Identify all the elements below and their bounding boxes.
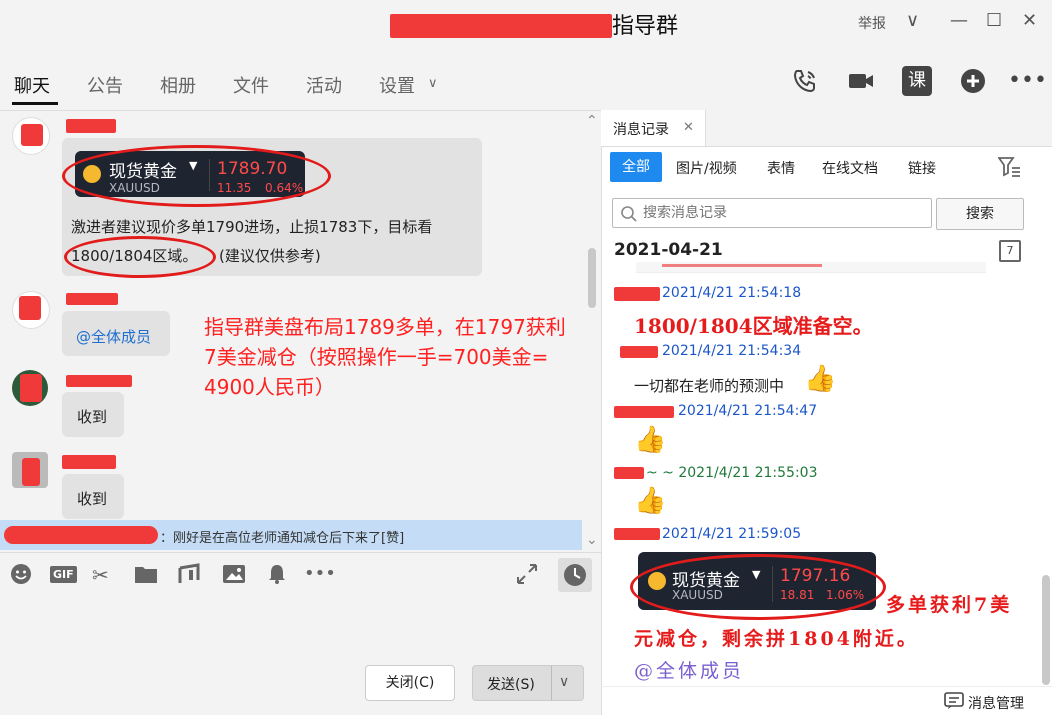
redacted-title xyxy=(390,14,612,38)
tab-settings[interactable]: 设置 xyxy=(379,72,415,98)
close-icon[interactable]: ✕ xyxy=(1022,10,1037,31)
avatar[interactable] xyxy=(12,452,48,488)
search-icon xyxy=(620,205,638,227)
history-button[interactable] xyxy=(558,558,592,592)
message-time: 2021/4/21 21:54:34 xyxy=(662,343,802,359)
filter-emoji[interactable]: 表情 xyxy=(767,158,795,178)
more-icon[interactable]: ••• xyxy=(1008,66,1047,96)
divider xyxy=(601,686,1052,687)
message-time: 2021/4/21 21:59:05 xyxy=(662,526,802,542)
message-text: 激进者建议现价多单1790进场，止损1783下，目标看 xyxy=(71,218,433,236)
message-text: 收到 xyxy=(77,408,108,426)
avatar[interactable] xyxy=(12,370,48,406)
history-tab-label: 消息记录 xyxy=(613,122,669,138)
minimize-icon[interactable]: — xyxy=(950,10,968,31)
history-date: 2021-04-21 xyxy=(614,240,723,260)
chevron-down-icon[interactable]: ∨ xyxy=(906,10,919,31)
filter-media[interactable]: 图片/视频 xyxy=(676,158,737,178)
emoji-icon[interactable] xyxy=(10,563,32,590)
close-button[interactable]: 关闭(C) xyxy=(365,665,455,701)
annotation-line: 7美金减仓（按照操作一手=700美金= xyxy=(204,345,549,369)
settings-chevron-icon[interactable]: ∨ xyxy=(428,76,438,91)
clock-icon xyxy=(564,564,586,586)
close-tab-icon[interactable]: ✕ xyxy=(683,120,694,135)
history-tab-bar: 消息记录 ✕ xyxy=(601,110,1052,147)
maximize-icon[interactable]: ☐ xyxy=(986,10,1002,31)
divider xyxy=(551,666,552,700)
handwritten-note: 元减仓，剩余拼1804附近。 xyxy=(634,628,919,650)
message-text: 收到 xyxy=(77,490,108,508)
message-time: 2021/4/21 21:54:47 xyxy=(678,403,818,419)
filter-docs[interactable]: 在线文档 xyxy=(822,158,878,178)
send-button[interactable]: 发送(S) ∨ xyxy=(472,665,584,701)
redacted-sender xyxy=(66,375,132,387)
redacted-sender xyxy=(66,293,118,305)
send-label: 发送(S) xyxy=(487,677,535,693)
tab-files[interactable]: 文件 xyxy=(233,72,269,98)
filter-all[interactable]: 全部 xyxy=(610,152,662,182)
thumbs-up-icon: 👍 xyxy=(804,364,837,394)
annotation-line: 指导群美盘布局1789多单，在1797获利 xyxy=(204,315,566,339)
red-circle-annotation xyxy=(630,554,886,620)
search-button[interactable]: 搜索 xyxy=(936,198,1024,230)
handwritten-mention: @全体成员 xyxy=(634,660,745,682)
tab-album[interactable]: 相册 xyxy=(160,72,196,98)
handwritten-note: 多单获利7美 xyxy=(886,594,1013,616)
tab-chat[interactable]: 聊天 xyxy=(14,72,50,98)
tab-activity[interactable]: 活动 xyxy=(306,72,342,98)
redacted-sender xyxy=(614,287,660,301)
bell-icon[interactable] xyxy=(266,563,288,590)
history-search-input[interactable] xyxy=(612,198,932,228)
message-text: (建议仅供参考) xyxy=(219,247,321,265)
report-link[interactable]: 举报 xyxy=(858,13,886,33)
avatar[interactable] xyxy=(12,117,50,155)
red-circle-annotation xyxy=(64,236,216,278)
redacted-sender xyxy=(614,528,660,540)
collapse-icon[interactable]: ⌃ xyxy=(586,113,598,129)
tab-announcement[interactable]: 公告 xyxy=(87,72,123,98)
video-call-icon[interactable] xyxy=(846,66,876,96)
redacted-sender xyxy=(66,119,116,133)
folder-icon[interactable] xyxy=(134,563,158,590)
redacted-sender xyxy=(614,467,644,479)
course-icon[interactable]: 课 xyxy=(902,66,932,96)
filter-links[interactable]: 链接 xyxy=(908,158,936,178)
red-circle-annotation xyxy=(62,145,331,207)
thumbs-up-icon: 👍 xyxy=(634,425,667,455)
phone-icon[interactable] xyxy=(790,66,820,96)
history-scrollbar[interactable] xyxy=(1042,575,1050,685)
calendar-icon[interactable]: 7 xyxy=(999,240,1021,262)
manage-icon[interactable] xyxy=(944,692,964,714)
expand-icon[interactable]: ⌄ xyxy=(586,532,598,548)
mention-all[interactable]: @全体成员 xyxy=(76,326,151,347)
image-icon[interactable] xyxy=(222,563,246,590)
music-icon[interactable] xyxy=(178,563,200,590)
more-tools-icon[interactable]: ••• xyxy=(304,563,336,584)
redacted-sender xyxy=(620,346,658,358)
filter-icon[interactable] xyxy=(997,156,1022,182)
fullscreen-icon[interactable] xyxy=(516,563,538,590)
message-time: ~ ~ 2021/4/21 21:55:03 xyxy=(646,465,818,481)
notification-bar[interactable]: ：刚好是在高位老师通知减仓后下来了[赞] xyxy=(0,520,582,550)
tab-underline xyxy=(12,102,58,105)
divider xyxy=(0,552,601,553)
gif-icon[interactable]: GIF xyxy=(50,566,77,583)
thumbs-up-icon: 👍 xyxy=(634,486,667,516)
add-icon[interactable] xyxy=(958,66,988,96)
avatar[interactable] xyxy=(12,291,50,329)
scissors-icon[interactable]: ✂ xyxy=(92,563,109,587)
truncated-message xyxy=(636,262,986,273)
message-manage-link[interactable]: 消息管理 xyxy=(968,693,1024,713)
message-text: 1800/1804区域准备空。 xyxy=(634,314,873,338)
message-time: 2021/4/21 21:54:18 xyxy=(662,285,802,301)
notification-text: ：刚好是在高位老师通知减仓后下来了[赞] xyxy=(160,531,405,546)
message-text: 一切都在老师的预测中 xyxy=(634,377,785,395)
redacted-sender xyxy=(614,406,674,418)
redacted-sender xyxy=(62,455,116,469)
redacted-sender xyxy=(4,526,158,544)
chat-scrollbar[interactable] xyxy=(588,248,596,308)
annotation-line: 4900人民币） xyxy=(204,375,335,399)
window-title: 指导群 xyxy=(612,14,679,39)
send-options-chevron-icon[interactable]: ∨ xyxy=(559,674,569,690)
